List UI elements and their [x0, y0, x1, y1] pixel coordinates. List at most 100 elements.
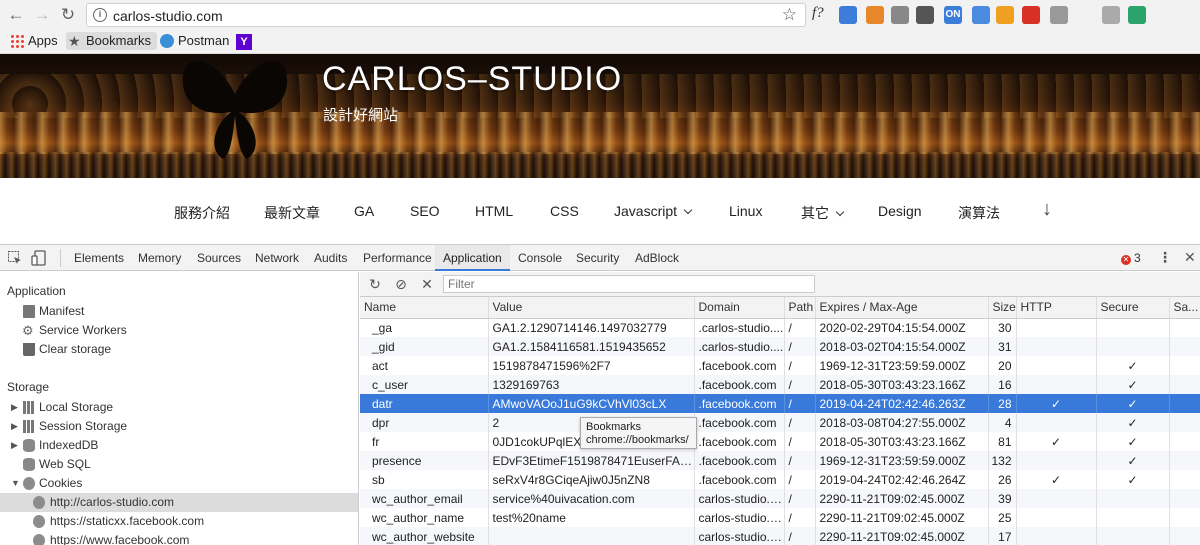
sidebar-item-cookie-origin[interactable]: https://www.facebook.com [0, 531, 358, 545]
url-text[interactable]: carlos-studio.com [113, 8, 223, 24]
nav-services[interactable]: 服務介紹 [174, 203, 230, 223]
close-icon[interactable]: ✕ [1184, 249, 1196, 266]
cell-secure [1096, 337, 1170, 356]
cell-http: ✓ [1016, 394, 1097, 413]
inspect-element-icon[interactable] [7, 250, 23, 266]
extension-sync-icon[interactable] [916, 6, 934, 24]
expand-triangle-icon[interactable]: ▶ [11, 417, 18, 436]
database-icon [23, 458, 35, 471]
extension-bracket-icon[interactable] [1128, 6, 1146, 24]
sidebar-item-web-sql[interactable]: Web SQL [0, 455, 358, 474]
column-header[interactable]: Sa... [1169, 297, 1200, 319]
reload-icon[interactable]: ↻ [58, 5, 78, 25]
bookmark-star-icon[interactable]: ☆ [782, 5, 797, 25]
forward-icon[interactable]: → [32, 5, 52, 25]
nav-design[interactable]: Design [878, 203, 922, 219]
tab-elements[interactable]: Elements [73, 245, 125, 271]
nav-others[interactable]: 其它 [801, 203, 845, 223]
cell-domain: .facebook.com [694, 394, 785, 413]
refresh-icon[interactable]: ↻ [367, 276, 383, 292]
bookmark-bookmarks[interactable]: ★ Bookmarks [66, 32, 158, 50]
table-row[interactable]: dpr 2 .facebook.com/2018-03-08T04:27:55.00… [360, 413, 1200, 432]
formula-extension-icon[interactable]: f? [812, 5, 824, 22]
error-count: 3 [1134, 251, 1141, 265]
tab-console[interactable]: Console [517, 245, 563, 271]
tab-performance[interactable]: Performance [362, 245, 433, 271]
extension-hash-icon[interactable] [1022, 6, 1040, 24]
collapse-triangle-icon[interactable]: ▼ [11, 474, 20, 493]
clear-all-icon[interactable]: ⊘ [393, 276, 409, 292]
cell-size: 17 [988, 527, 1017, 545]
sidebar-item-indexeddb[interactable]: ▶ IndexedDB [0, 436, 358, 455]
sidebar-item-clear-storage[interactable]: Clear storage [0, 340, 358, 359]
expand-triangle-icon[interactable]: ▶ [11, 398, 18, 417]
table-row[interactable]: act 1519878471596%2F7 .facebook.com/1969-1… [360, 356, 1200, 375]
tab-audits[interactable]: Audits [313, 245, 348, 271]
extension-orange-icon[interactable] [866, 6, 884, 24]
tab-application[interactable]: Application [435, 245, 510, 271]
table-row[interactable]: fr 0JD1cokUPqlEXv0... .facebook.com/2018-0… [360, 432, 1200, 451]
more-options-icon[interactable]: ⋮ [1158, 249, 1172, 266]
table-row[interactable]: wc_author_name test%20name carlos-studio.c… [360, 508, 1200, 527]
nav-css[interactable]: CSS [550, 203, 579, 219]
column-header[interactable]: Path [784, 297, 816, 319]
table-row[interactable]: _ga GA1.2.1290714146.1497032779 .carlos-st… [360, 318, 1200, 337]
extension-vue-icon[interactable] [1050, 6, 1068, 24]
column-header[interactable]: Secure [1096, 297, 1170, 319]
column-header[interactable]: Name [360, 297, 489, 319]
extension-globe-icon[interactable] [891, 6, 909, 24]
bookmark-postman[interactable]: Postman [158, 32, 229, 50]
bookmark-yahoo[interactable]: Y [236, 32, 252, 50]
table-row[interactable]: wc_author_website carlos-studio.c.../2290… [360, 527, 1200, 545]
tab-security[interactable]: Security [575, 245, 620, 271]
error-counter[interactable]: ✕ 3 [1121, 251, 1141, 265]
sidebar-item-cookie-origin[interactable]: https://staticxx.facebook.com [0, 512, 358, 531]
table-row[interactable]: sb seRxV4r8GCiqeAjiw0J5nZN8 .facebook.com /… [360, 470, 1200, 489]
tab-memory[interactable]: Memory [137, 245, 182, 271]
sidebar-item-session-storage[interactable]: ▶ Session Storage [0, 417, 358, 436]
nav-javascript[interactable]: Javascript [614, 203, 693, 219]
column-header[interactable]: Value [488, 297, 695, 319]
column-header[interactable]: HTTP [1016, 297, 1097, 319]
star-icon: ★ [68, 33, 81, 49]
table-row[interactable]: c_user 1329169763 .facebook.com/2018-05-30… [360, 375, 1200, 394]
column-header[interactable]: Domain [694, 297, 785, 319]
table-row[interactable]: datr AMwoVAOoJ1uG9kCVhVl03cLX .facebook.co… [360, 394, 1200, 413]
column-header[interactable]: Expires / Max-Age [815, 297, 989, 319]
table-row[interactable]: _gid GA1.2.1584116581.1519435652 .carlos-s… [360, 337, 1200, 356]
extension-on-icon[interactable]: ON [944, 6, 962, 24]
expand-triangle-icon[interactable]: ▶ [11, 436, 18, 455]
nav-ga[interactable]: GA [354, 203, 374, 219]
omnibox[interactable]: i carlos-studio.com ☆ [86, 3, 806, 27]
nav-linux[interactable]: Linux [729, 203, 762, 219]
arrow-down-icon[interactable]: ↓ [1042, 198, 1052, 221]
nav-algorithms[interactable]: 演算法 [958, 203, 1000, 223]
bookmark-apps[interactable]: Apps [8, 32, 58, 50]
nav-latest-articles[interactable]: 最新文章 [264, 203, 320, 223]
sidebar-item-cookie-origin[interactable]: http://carlos-studio.com [0, 493, 358, 512]
sidebar-item-manifest[interactable]: Manifest [0, 302, 358, 321]
table-row[interactable]: presence EDvF3EtimeF1519878471EuserFA213.… [360, 451, 1200, 470]
table-row[interactable]: wc_author_email service%40uivacation.com c… [360, 489, 1200, 508]
sidebar-item-local-storage[interactable]: ▶ Local Storage [0, 398, 358, 417]
site-title[interactable]: CARLOS–STUDIO [322, 60, 622, 99]
nav-html[interactable]: HTML [475, 203, 513, 219]
sidebar-item-cookies[interactable]: ▼ Cookies [0, 474, 358, 493]
tab-network[interactable]: Network [254, 245, 300, 271]
delete-selected-icon[interactable]: ✕ [419, 276, 435, 292]
sidebar-item-service-workers[interactable]: ⚙ Service Workers [0, 321, 358, 340]
site-info-icon[interactable]: i [93, 8, 107, 22]
extension-translate-icon[interactable] [972, 6, 990, 24]
filter-input[interactable] [443, 275, 815, 293]
column-header[interactable]: Size [988, 297, 1017, 319]
extension-chat-icon[interactable] [1102, 6, 1120, 24]
extension-chart-icon[interactable] [996, 6, 1014, 24]
cell-size: 132 [988, 451, 1017, 470]
tab-adblock[interactable]: AdBlock [634, 245, 680, 271]
extension-blue-icon[interactable] [839, 6, 857, 24]
back-icon[interactable]: ← [6, 5, 26, 25]
nav-seo[interactable]: SEO [410, 203, 440, 219]
tab-sources[interactable]: Sources [196, 245, 242, 271]
device-toolbar-icon[interactable] [31, 250, 47, 266]
cell-domain: carlos-studio.c... [694, 508, 785, 527]
